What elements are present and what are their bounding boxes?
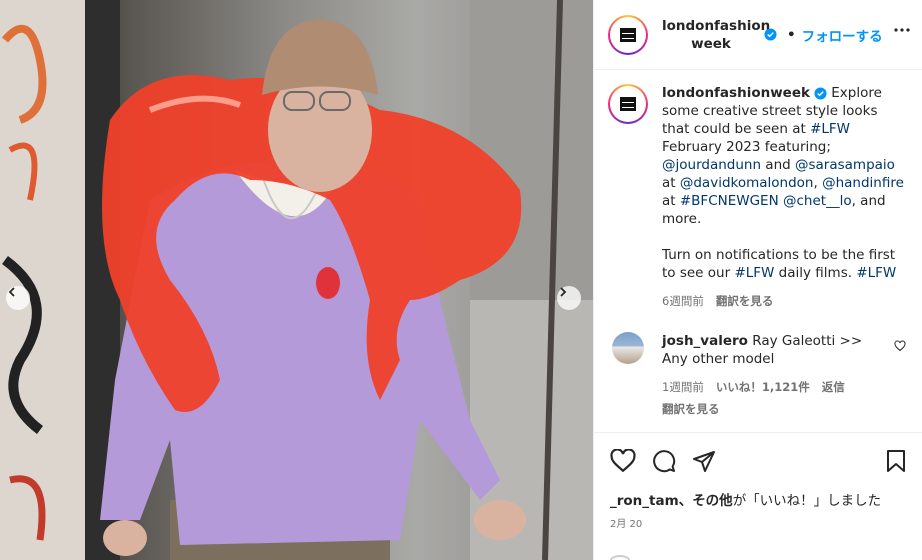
street-style-photo [0,0,593,560]
separator-dot: • [787,26,796,43]
author-avatar[interactable] [608,14,648,55]
caption-link[interactable]: @jourdandunn [662,157,761,173]
likes-separator: 、 [678,493,693,509]
caption-meta: 6週間前 翻訳を見る [662,292,908,310]
comment-body: josh_valero Ray Galeotti >> Any other mo… [662,332,892,432]
comment-reply-button[interactable]: 返信 [822,380,845,394]
comment-time[interactable]: 1週間前 [662,380,704,394]
comments-section: londonfashionweek Explore some creative … [594,70,922,432]
caption-text-2: Turn on notifications to be the first to… [662,246,908,282]
caption-time[interactable]: 6週間前 [662,294,704,308]
lfw-logo-icon [620,97,636,111]
chevron-right-icon [560,287,567,297]
caption-link[interactable]: #LFW [734,265,774,281]
caption-body: londonfashionweek Explore some creative … [662,84,908,310]
caption-link[interactable]: @chet__lo [783,193,852,209]
chevron-left-icon [8,287,15,297]
caption-link[interactable]: @davidkomalondon [680,175,814,191]
carousel-next-button[interactable] [557,286,581,310]
caption-text-segment: at [662,193,680,209]
caption: londonfashionweek Explore some creative … [608,84,908,310]
share-icon [693,451,715,472]
post-side-panel: londonfashion week • フォローする londonfashio… [593,0,922,560]
comment-button[interactable] [652,449,676,473]
verified-badge-icon [814,86,827,100]
comment-icon [653,450,676,473]
save-button[interactable] [886,449,906,473]
bookmark-icon [887,450,905,472]
caption-text-segment: daily films. [774,265,857,281]
action-bar: _ron_tam、その他が「いいね！」しました 2月 20 [594,432,922,560]
comment-meta: 1週間前 いいね！1,121件 返信 [662,378,892,396]
likes-suffix: が「いいね！」しました [732,493,882,509]
caption-link[interactable]: #BFCNEWGEN [680,193,779,209]
post-header: londonfashion week • フォローする [594,0,922,70]
post-date[interactable]: 2月 20 [610,515,906,530]
liked-by-others[interactable]: その他 [692,493,733,509]
post-photo [0,0,593,560]
comment-username[interactable]: josh_valero [662,333,748,349]
comment-heart-icon[interactable] [894,340,906,352]
caption-text: Explore some creative street style looks… [662,85,904,227]
caption-link[interactable]: #LFW [856,265,896,281]
username-line-2: week [691,35,731,52]
lfw-logo-icon [620,27,636,42]
caption-text-segment: and [761,157,795,173]
commenter-avatar[interactable] [612,332,644,364]
heart-icon [610,449,636,473]
verified-badge-icon [764,28,777,41]
caption-link[interactable]: @sarasampaio [795,157,895,173]
share-button[interactable] [692,449,716,473]
more-icon[interactable] [894,28,910,32]
liked-by-user[interactable]: _ron_tam [610,493,679,509]
carousel-prev-button[interactable] [6,286,30,310]
author-username[interactable]: londonfashion week [662,17,771,53]
username-line-1: londonfashion [662,17,771,34]
caption-link[interactable]: @handinfire [822,175,904,191]
comment-translate-button[interactable]: 翻訳を見る [662,402,720,416]
caption-translate-button[interactable]: 翻訳を見る [716,294,774,308]
like-button[interactable] [610,449,636,473]
caption-text-segment: , [813,175,823,191]
add-comment-emoji-icon[interactable] [610,555,630,560]
likes-summary: _ron_tam、その他が「いいね！」しました [610,489,906,509]
caption-text-segment: at [662,175,680,191]
caption-text-segment: February 2023 featuring; [662,139,831,155]
comment-translate-row: 翻訳を見る [662,400,892,418]
caption-author-avatar[interactable] [608,84,648,124]
comment-item: josh_valero Ray Galeotti >> Any other mo… [608,332,908,432]
comment-likes[interactable]: いいね！1,121件 [716,380,810,394]
caption-username[interactable]: londonfashionweek [662,85,810,101]
follow-button[interactable]: フォローする [802,25,883,45]
caption-link[interactable]: #LFW [810,121,850,137]
action-icons [610,445,906,477]
